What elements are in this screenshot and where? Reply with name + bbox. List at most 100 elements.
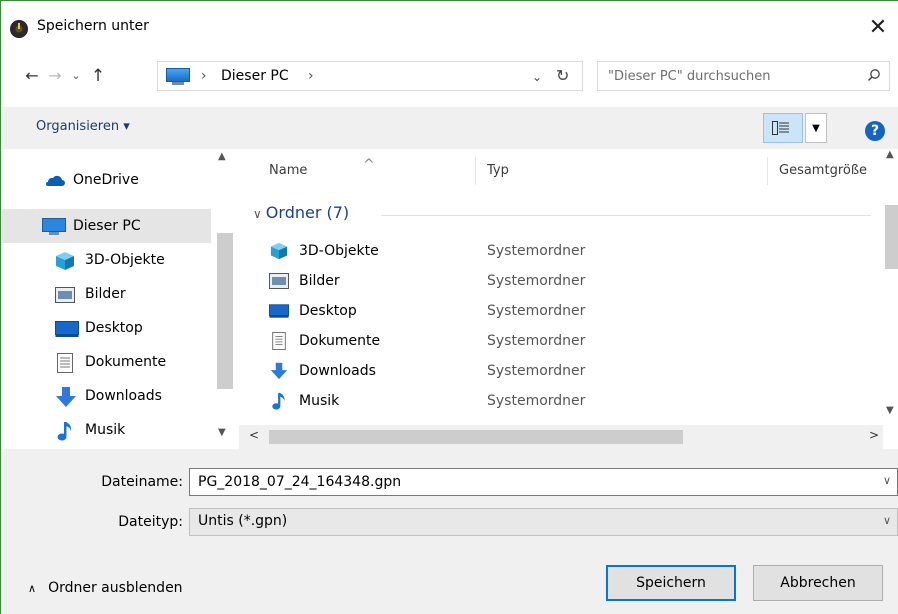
column-header-name[interactable]: Name ^ (269, 157, 375, 178)
item-type: Systemordner (487, 273, 586, 289)
list-item[interactable]: Dokumente Systemordner (265, 327, 865, 357)
item-name: Downloads (299, 363, 376, 379)
music-icon (272, 392, 285, 410)
scroll-up-icon[interactable]: ▲ (886, 149, 894, 160)
window-title: Speichern unter (37, 18, 149, 34)
chevron-down-icon[interactable]: ∨ (883, 514, 891, 527)
filetype-value: Untis (*.gpn) (198, 513, 288, 529)
filetype-select[interactable]: Untis (*.gpn) ∨ (189, 508, 898, 536)
breadcrumb-dieser-pc[interactable]: Dieser PC (221, 68, 289, 84)
item-name: Bilder (299, 273, 340, 289)
search-input[interactable] (608, 66, 858, 86)
scroll-right-icon[interactable]: > (869, 428, 879, 442)
chevron-down-icon[interactable]: ∨ (883, 474, 891, 487)
title-bar: Speichern unter ✕ (1, 1, 898, 57)
sort-ascending-icon: ^ (363, 157, 375, 173)
item-type: Systemordner (487, 303, 586, 319)
scroll-thumb[interactable] (217, 233, 233, 389)
item-type: Systemordner (487, 393, 586, 409)
sidebar-item-onedrive[interactable]: OneDrive (1, 163, 211, 197)
address-bar[interactable]: › Dieser PC › ⌄ ↻ (157, 61, 583, 91)
sidebar-item-label: Desktop (85, 320, 143, 336)
group-header-ordner[interactable]: ∨ Ordner (7) (253, 203, 349, 222)
pc-icon (42, 218, 66, 235)
list-item[interactable]: 3D-Objekte Systemordner (265, 237, 865, 267)
sidebar-item-label: Musik (85, 422, 126, 438)
save-button[interactable]: Speichern (606, 565, 736, 601)
document-icon (272, 332, 286, 350)
pictures-icon (55, 287, 75, 303)
music-icon (57, 422, 72, 441)
item-type: Systemordner (487, 333, 586, 349)
cube-icon (270, 242, 288, 260)
sidebar-item-dieser-pc[interactable]: Dieser PC (1, 209, 211, 243)
breadcrumb-separator[interactable]: › (201, 68, 207, 84)
sidebar-item-dokumente[interactable]: Dokumente (1, 345, 211, 379)
up-button[interactable]: ↑ (87, 63, 109, 89)
scroll-up-icon[interactable]: ▲ (218, 151, 226, 162)
item-type: Systemordner (487, 243, 586, 259)
filename-combobox[interactable]: ∨ (189, 468, 898, 496)
group-divider (381, 215, 871, 216)
list-item[interactable]: Downloads Systemordner (265, 357, 865, 387)
sidebar-item-label: Bilder (85, 286, 126, 302)
list-item[interactable]: Bilder Systemordner (265, 267, 865, 297)
pc-icon (166, 68, 190, 85)
organize-menu[interactable]: Organisieren ▾ (36, 119, 130, 134)
desktop-icon (269, 304, 289, 318)
scroll-thumb[interactable] (885, 205, 898, 269)
sidebar-item-downloads[interactable]: Downloads (1, 379, 211, 413)
change-view-button[interactable] (763, 113, 803, 143)
recent-locations-button[interactable]: ⌄ (65, 63, 87, 89)
sidebar-item-label: Dieser PC (73, 218, 141, 234)
column-separator[interactable] (475, 157, 476, 185)
scroll-down-icon[interactable]: ▼ (218, 427, 226, 438)
download-icon (270, 362, 288, 380)
column-separator[interactable] (767, 157, 768, 185)
chevron-up-icon: ∧ (28, 582, 37, 595)
navigation-pane: OneDrive Dieser PC 3D-Objekte Bilder Des… (1, 149, 239, 449)
navigation-pane-scrollbar[interactable]: ▲ ▼ (211, 149, 239, 449)
address-row: ← → ⌄ ↑ › Dieser PC › ⌄ ↻ (1, 57, 898, 97)
sidebar-item-label: Dokumente (85, 354, 167, 370)
command-bar: Organisieren ▾ ▼ ? (1, 107, 898, 149)
scroll-down-icon[interactable]: ▼ (886, 405, 894, 416)
file-list-horizontal-scrollbar[interactable]: < > (239, 425, 883, 449)
close-button[interactable]: ✕ (858, 10, 898, 46)
sidebar-item-musik[interactable]: Musik (1, 413, 211, 447)
cancel-button[interactable]: Abbrechen (753, 565, 883, 601)
chevron-down-icon: ∨ (253, 207, 262, 221)
breadcrumb-separator[interactable]: › (308, 68, 314, 84)
scroll-thumb[interactable] (269, 430, 683, 444)
address-dropdown-icon[interactable]: ⌄ (532, 70, 542, 84)
filename-input[interactable] (198, 472, 848, 492)
details-view-icon (772, 121, 789, 135)
item-name: Desktop (299, 303, 357, 319)
search-box[interactable] (597, 61, 890, 91)
search-icon[interactable] (867, 68, 881, 82)
refresh-icon[interactable]: ↻ (556, 66, 569, 85)
download-icon (56, 387, 76, 407)
forward-button[interactable]: → (44, 63, 66, 89)
list-item[interactable]: Desktop Systemordner (265, 297, 865, 327)
item-type: Systemordner (487, 363, 586, 379)
file-list-vertical-scrollbar[interactable]: ▲ ▼ (883, 149, 898, 425)
save-form: Dateiname: ∨ Dateityp: Untis (*.gpn) ∨ ∧… (1, 449, 898, 614)
sidebar-item-bilder[interactable]: Bilder (1, 277, 211, 311)
sidebar-item-3d-objekte[interactable]: 3D-Objekte (1, 243, 211, 277)
column-header-size[interactable]: Gesamtgröße (779, 163, 867, 178)
sidebar-item-desktop[interactable]: Desktop (1, 311, 211, 345)
sidebar-item-label: Downloads (85, 388, 162, 404)
hide-folders-toggle[interactable]: ∧ Ordner ausblenden (28, 580, 183, 596)
save-as-dialog: Speichern unter ✕ ← → ⌄ ↑ › Dieser PC › … (0, 0, 898, 614)
filetype-label: Dateityp: (118, 514, 183, 530)
view-options-dropdown[interactable]: ▼ (805, 113, 827, 143)
item-name: 3D-Objekte (299, 243, 379, 259)
list-item[interactable]: Musik Systemordner (265, 387, 865, 417)
scroll-left-icon[interactable]: < (249, 428, 259, 442)
sidebar-item-label: 3D-Objekte (85, 252, 165, 268)
help-icon[interactable]: ? (865, 121, 885, 141)
column-header-type[interactable]: Typ (487, 163, 509, 178)
back-button[interactable]: ← (21, 63, 43, 89)
sidebar-item-label: OneDrive (73, 172, 139, 188)
